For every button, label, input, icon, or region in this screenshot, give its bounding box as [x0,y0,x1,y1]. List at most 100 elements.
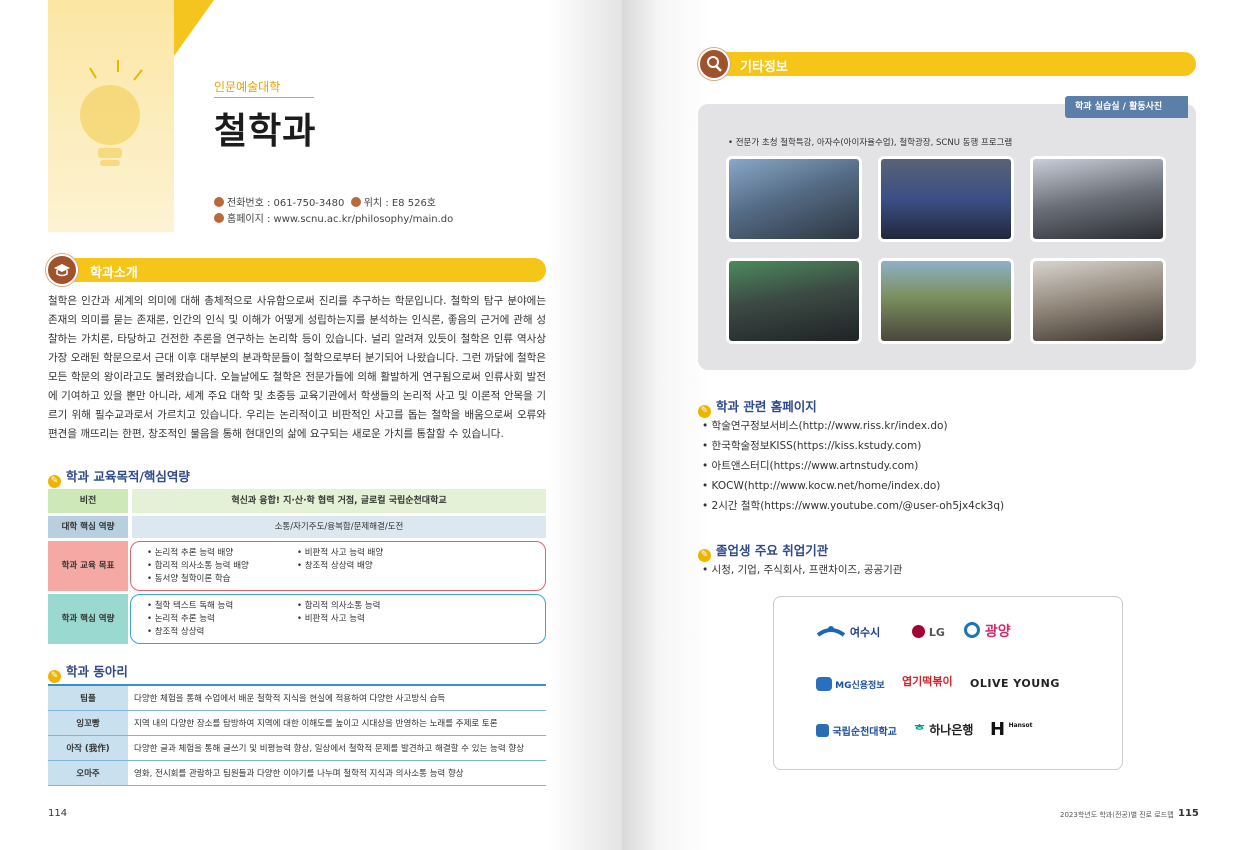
gallery-tag: 학과 실습실 / 활동사진 [1065,96,1189,118]
club-title: 학과 동아리 [66,664,128,679]
pencil-icon: ✎ [48,670,61,683]
phone-icon [214,197,224,207]
mg-logo: MG신용정보 [816,677,885,691]
phone-text: 전화번호 : 061-750-3480 [227,198,345,209]
competency-row: 학과 핵심 역량 • 철학 텍스트 독해 능력 • 논리적 추론 능력 • 창조… [48,594,546,644]
activity-photo [878,258,1014,344]
table-row: 잉꼬빵 지역 내의 다양한 장소를 탐방하여 지역에 대한 이해도를 높이고 시대… [48,710,546,736]
lightbulb-icon [80,60,143,166]
goal-label: 학과 교육 목표 [48,541,128,591]
homepage-text[interactable]: 홈페이지 : www.scnu.ac.kr/philosophy/main.do [227,214,453,225]
goal-item: • 창조적 상상력 배양 [297,561,373,571]
intro-body-text: 철학은 인간과 세계의 의미에 대해 총체적으로 사유함으로써 진리를 추구하는… [48,292,546,444]
club-table-wrap: 팀플 다양한 체험을 통해 수업에서 배운 철학적 지식을 현실에 적용하여 다양… [48,684,546,786]
yeosu-text: 여수시 [849,626,881,639]
left-page: 인문예술대학 철학과 전화번호 : 061-750-3480 위치 : E8 5… [0,0,622,850]
vision-text: 혁신과 융합! 지·산·학 협력 거점, 글로컬 국립순천대학교 [132,489,546,513]
vision-row: 비전 혁신과 융합! 지·산·학 협력 거점, 글로컬 국립순천대학교 [48,489,546,513]
intro-section-title: 학과소개 [90,266,138,281]
location-icon [350,197,361,207]
goal-item: • 합리적 의사소통 능력 배양 [147,561,249,571]
goal-item: • 비판적 사고 능력 배양 [297,548,384,558]
club-name: 아작 (我作) [48,735,128,761]
link-item[interactable]: • 학술연구정보서비스(http://www.riss.kr/index.do) [702,416,1004,436]
links-title: 학과 관련 홈페이지 [716,399,817,414]
goal-col2: • 비판적 사고 능력 배양 • 창조적 상상력 배양 [297,547,383,573]
goal-col1: • 논리적 추론 능력 배양 • 합리적 의사소통 능력 배양 • 동서양 철학… [147,547,249,586]
club-name: 팀플 [48,686,128,711]
oliveyoung-text: OLIVE YOUNG [970,677,1060,690]
club-heading: ✎ 학과 동아리 [48,661,128,683]
jobs-text: • 시청, 기업, 주식회사, 프랜차이즈, 공공기관 [702,564,903,576]
goal-box: • 논리적 추론 능력 배양 • 합리적 의사소통 능력 배양 • 동서양 철학… [130,541,546,591]
competency-label: 학과 핵심 역량 [48,594,128,644]
page-number-left: 114 [48,808,68,819]
gwangyang-text: 광양 [984,624,1011,640]
goal-row: 학과 교육 목표 • 논리적 추론 능력 배양 • 합리적 의사소통 능력 배양… [48,541,546,591]
department-title: 철학과 [214,111,317,152]
club-desc: 다양한 글과 체험을 통해 글쓰기 및 비평능력 향상, 일상에서 철학적 문제… [128,735,546,761]
hana-emblem-icon: ᄒ [914,723,926,737]
competency-item: • 합리적 의사소통 능력 [297,601,381,611]
lg-text: LG [928,626,945,639]
hana-logo: ᄒ 하나은행 [914,721,973,738]
yeosu-emblem-icon [816,626,846,637]
club-desc: 영화, 전시회를 관람하고 팀원들과 다양한 이야기를 나누며 철학적 지식과 … [128,760,546,786]
yeopgi-logo: 엽기떡볶이 [902,673,953,689]
lg-face-icon [912,625,925,638]
competency-col2: • 합리적 의사소통 능력 • 비판적 사고 능력 [297,600,381,626]
gwangyang-logo: 광양 [964,621,1011,641]
core-label: 대학 핵심 역량 [48,516,128,538]
links-heading: ✎ 학과 관련 홈페이지 [698,396,817,418]
hansot-emblem-icon: H [990,719,1006,740]
activity-photo [878,156,1014,242]
competency-item: • 창조적 상상력 [147,627,205,637]
goal-item: • 동서양 철학이론 학습 [147,574,231,584]
gwangyang-emblem-icon [964,622,980,638]
competency-item: • 논리적 추론 능력 [147,614,215,624]
links-list: • 학술연구정보서비스(http://www.riss.kr/index.do)… [702,416,1004,516]
core-text: 소통/자기주도/융복합/문제해결/도전 [132,516,546,538]
jobs-title: 졸업생 주요 취업기관 [716,543,829,558]
competency-item: • 철학 텍스트 독해 능력 [147,601,234,611]
club-name: 잉꼬빵 [48,710,128,736]
link-item[interactable]: • 한국학술정보KISS(https://kiss.kstudy.com) [702,436,1004,456]
link-item[interactable]: • 2시간 철학(https://www.youtube.com/@user-o… [702,496,1004,516]
yeosu-logo: 여수시 [816,623,880,640]
mg-text: MG신용정보 [835,681,885,691]
jobs-heading: ✎ 졸업생 주요 취업기관 [698,540,828,562]
header-triangle [174,0,214,56]
hansot-text: Hansot [1008,722,1033,729]
club-name: 오마주 [48,760,128,786]
club-desc: 지역 내의 다양한 장소를 탐방하여 지역에 대한 이해도를 높이고 시대상을 … [128,710,546,736]
lg-logo: LG [912,625,945,639]
table-row: 팀플 다양한 체험을 통해 수업에서 배운 철학적 지식을 현실에 적용하여 다양… [48,686,546,711]
activity-photo [1030,258,1166,344]
table-row: 아작 (我作) 다양한 글과 체험을 통해 글쓰기 및 비평능력 향상, 일상에서… [48,735,546,761]
scnu-logo: 국립순천대학교 [816,723,897,738]
activity-photo [726,156,862,242]
hansot-logo: H Hansot [990,719,1032,740]
yeopgi-text: 엽기떡볶이 [902,675,953,688]
contact-line: 전화번호 : 061-750-3480 위치 : E8 526호 [214,194,436,209]
footer-label: 2023학년도 학과(전공)별 진로 로드맵 [1060,811,1174,819]
gallery-caption: • 전문가 초청 철학특강, 아자수(아이자율수업), 철학광장, SCNU 동… [728,138,1013,148]
home-icon [214,213,224,223]
activity-photo [726,258,862,344]
competency-item: • 비판적 사고 능력 [297,614,365,624]
link-item[interactable]: • 아트앤스터디(https://www.artnstudy.com) [702,456,1004,476]
competency-box: • 철학 텍스트 독해 능력 • 논리적 추론 능력 • 창조적 상상력 • 합… [130,594,546,644]
oliveyoung-logo: OLIVE YOUNG [970,677,1060,690]
core-row: 대학 핵심 역량 소통/자기주도/융복합/문제해결/도전 [48,516,546,538]
intro-paragraph: 철학은 인간과 세계의 의미에 대해 총체적으로 사유함으로써 진리를 추구하는… [48,295,546,440]
magnifier-icon [698,48,730,80]
link-item[interactable]: • KOCW(http://www.kocw.net/home/index.do… [702,476,1004,496]
graduation-cap-icon [46,254,78,286]
club-table: 팀플 다양한 체험을 통해 수업에서 배운 철학적 지식을 현실에 적용하여 다양… [48,686,546,786]
goal-item: • 논리적 추론 능력 배양 [147,548,234,558]
club-desc: 다양한 체험을 통해 수업에서 배운 철학적 지식을 현실에 적용하여 다양한 … [128,686,546,711]
mg-emblem-icon [816,677,832,691]
homepage-line: 홈페이지 : www.scnu.ac.kr/philosophy/main.do [214,210,453,225]
edu-goals-title: 학과 교육목적/핵심역량 [66,469,190,484]
college-label: 인문예술대학 [214,78,314,98]
